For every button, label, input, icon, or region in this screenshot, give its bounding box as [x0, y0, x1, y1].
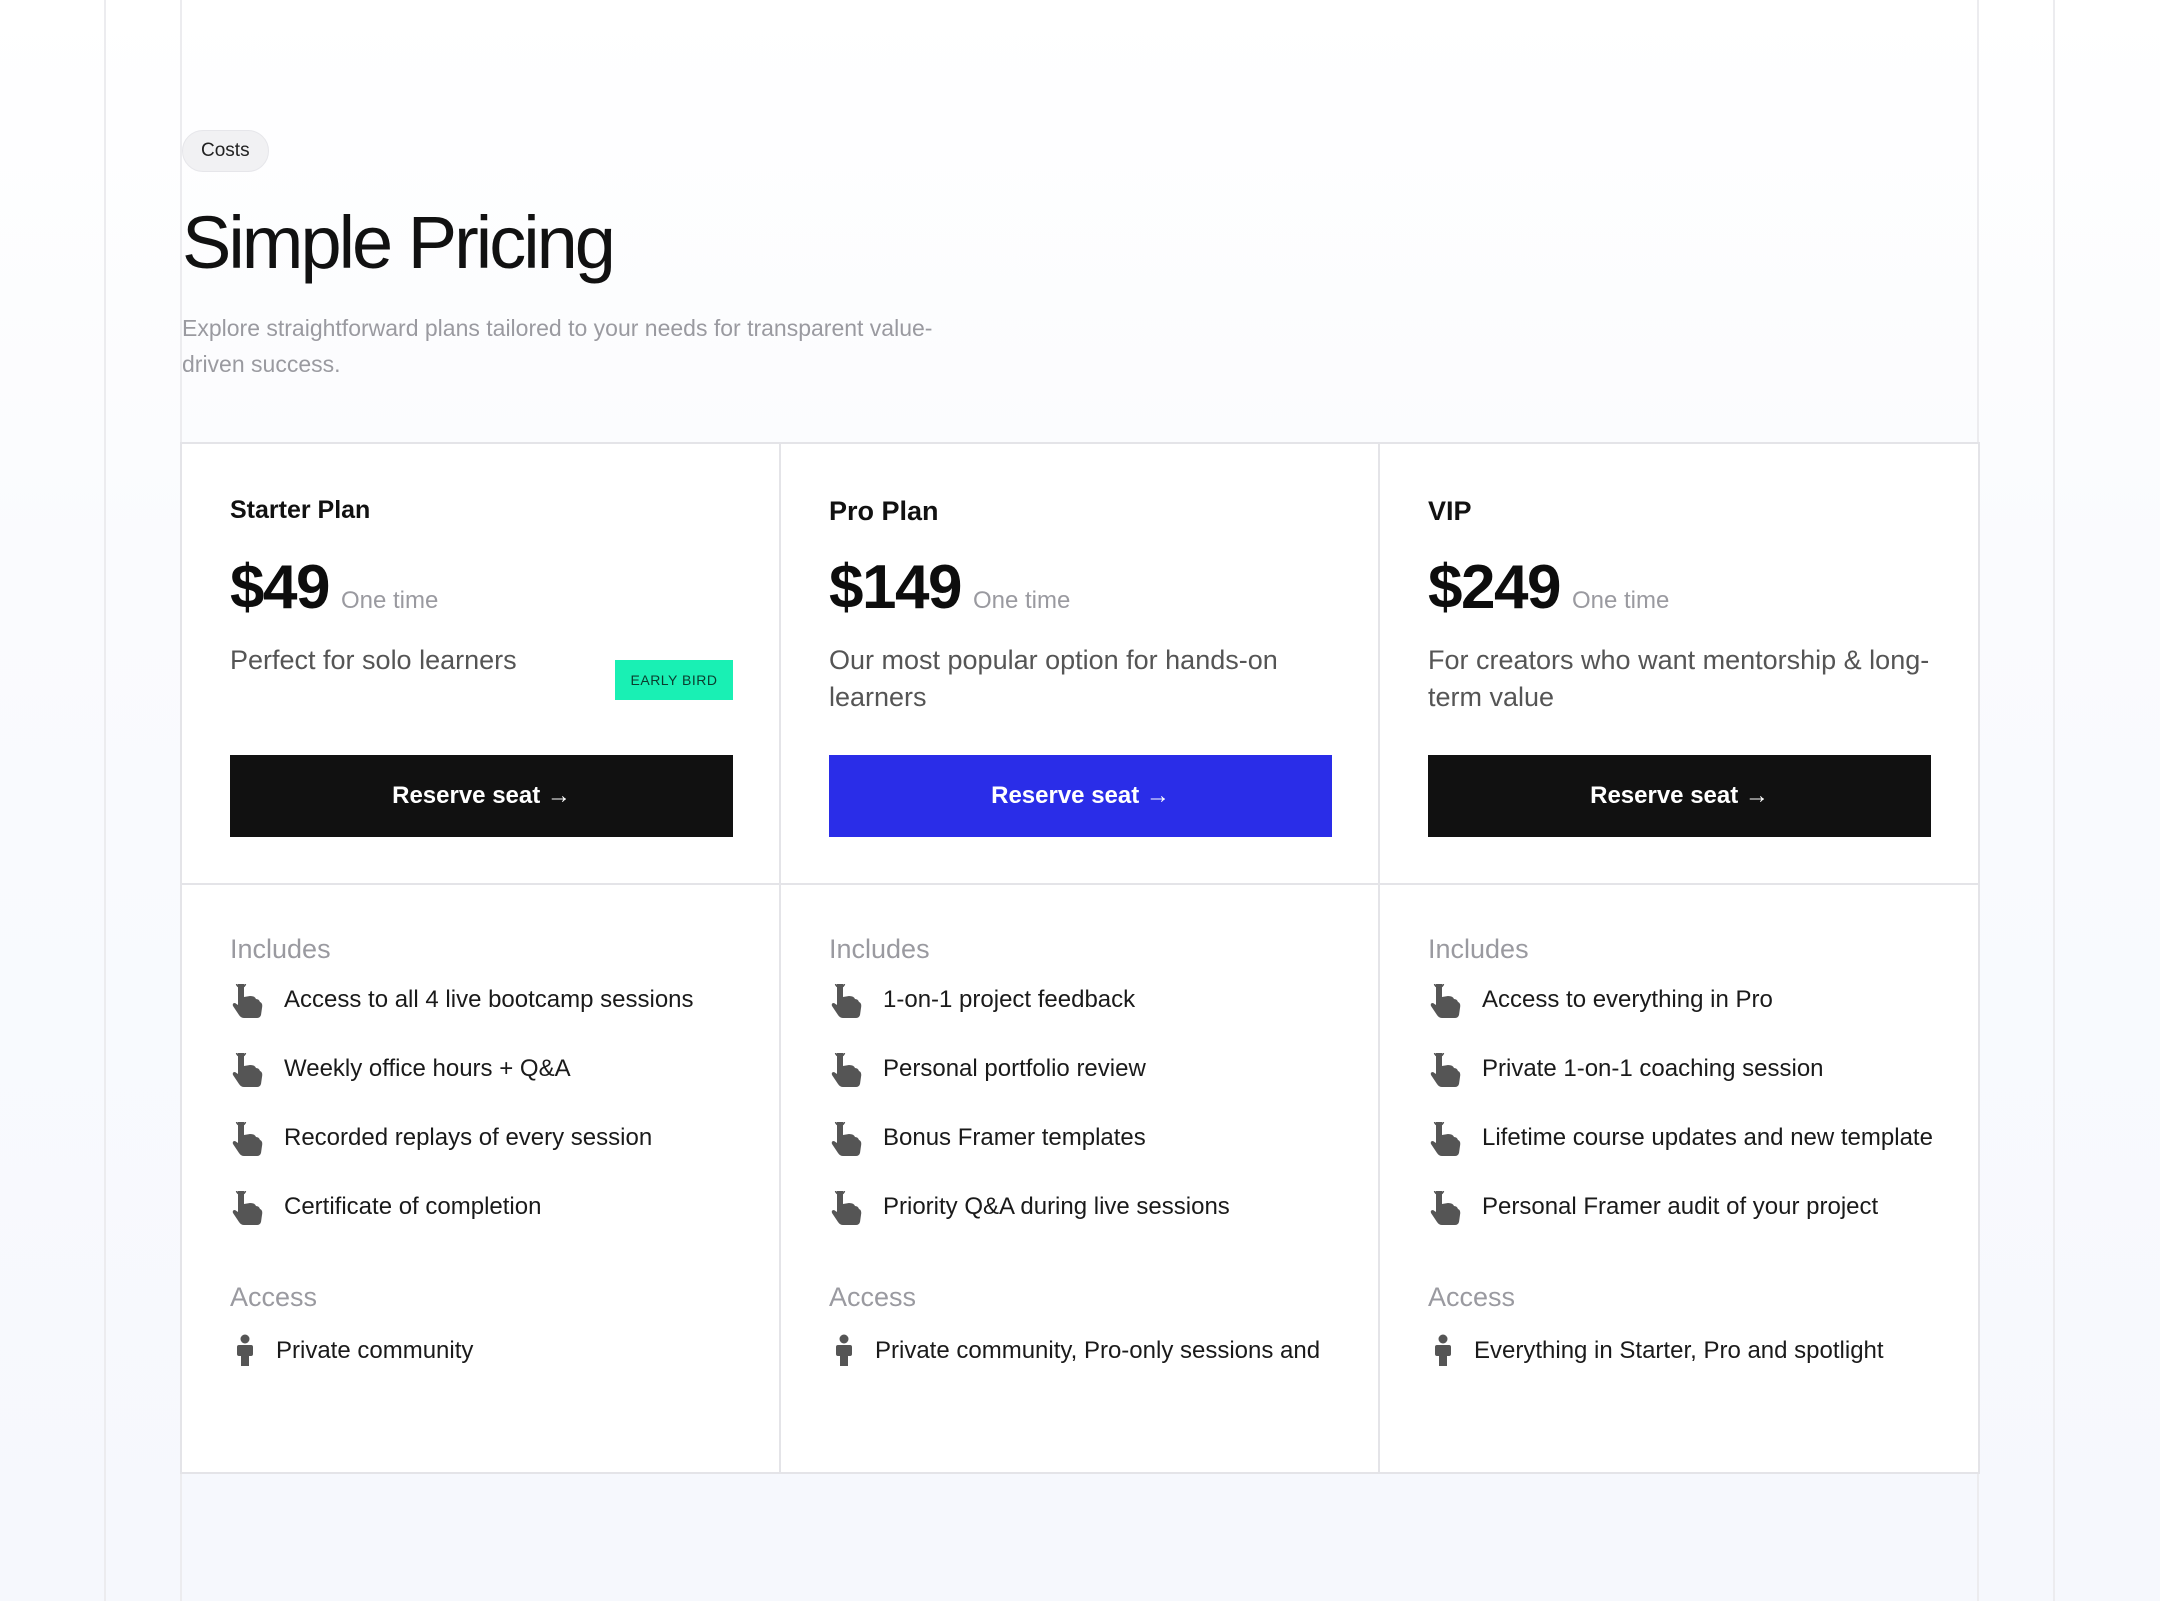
- plan-card-vip: VIP $249 One time For creators who want …: [1380, 444, 1979, 1472]
- page-subtitle: Explore straightforward plans tailored t…: [182, 315, 933, 377]
- access-text: Everything in Starter, Pro and spotlight: [1474, 1337, 1884, 1364]
- plan-description: Our most popular option for hands-on lea…: [829, 645, 1278, 712]
- pointing-hand-icon: [831, 1053, 862, 1087]
- layout-guide-line: [2053, 0, 2055, 1601]
- plan-period: One time: [972, 587, 1071, 614]
- plan-price: $49: [230, 553, 330, 622]
- includes-list: Access to everything in Pro Private 1-on…: [1428, 984, 1933, 1260]
- list-item: Personal portfolio review: [829, 1053, 1369, 1122]
- list-item: Priority Q&A during live sessions: [829, 1191, 1369, 1260]
- feature-text: Lifetime course updates and new template…: [1482, 1124, 1933, 1151]
- pointing-hand-icon: [831, 984, 862, 1018]
- plan-description: For creators who want mentorship & long-…: [1428, 645, 1930, 712]
- person-icon: [836, 1334, 852, 1366]
- access-label: Access: [829, 1282, 917, 1312]
- includes-label: Includes: [230, 934, 331, 964]
- feature-text: Bonus Framer templates: [883, 1124, 1146, 1151]
- plan-name: Starter Plan: [230, 496, 371, 524]
- pointing-hand-icon: [232, 1053, 263, 1087]
- access-label: Access: [230, 1282, 318, 1312]
- list-item: Lifetime course updates and new template…: [1428, 1122, 1933, 1191]
- includes-list: Access to all 4 live bootcamp sessions W…: [230, 984, 770, 1260]
- pointing-hand-icon: [1430, 1191, 1461, 1225]
- plan-card-pro: Pro Plan $149 One time Our most popular …: [781, 444, 1380, 1472]
- plan-price: $149: [829, 553, 962, 622]
- includes-label: Includes: [1428, 934, 1529, 964]
- layout-guide-line: [104, 0, 106, 1601]
- list-item: Bonus Framer templates: [829, 1122, 1369, 1191]
- list-item: Access to everything in Pro: [1428, 984, 1933, 1053]
- pointing-hand-icon: [232, 1122, 263, 1156]
- feature-text: Access to all 4 live bootcamp sessions: [284, 986, 694, 1013]
- page-title: Simple Pricing: [182, 201, 616, 284]
- feature-text: Private 1-on-1 coaching session: [1482, 1055, 1824, 1082]
- feature-text: Personal Framer audit of your project: [1482, 1193, 1879, 1220]
- access-item: Everything in Starter, Pro and spotlight: [1432, 1334, 1972, 1368]
- pointing-hand-icon: [1430, 1122, 1461, 1156]
- feature-text: Weekly office hours + Q&A: [284, 1055, 571, 1082]
- reserve-seat-button[interactable]: Reserve seat →: [1428, 755, 1931, 837]
- feature-text: Priority Q&A during live sessions: [883, 1193, 1230, 1220]
- price-row: $149 One time: [829, 552, 1070, 623]
- list-item: Certificate of completion: [230, 1191, 770, 1260]
- pointing-hand-icon: [232, 984, 263, 1018]
- pricing-grid: Starter Plan $49 One time Perfect for so…: [180, 442, 1980, 1474]
- person-icon: [1435, 1334, 1451, 1366]
- access-item: Private community, Pro-only sessions and: [833, 1334, 1373, 1368]
- includes-label: Includes: [829, 934, 930, 964]
- feature-text: 1-on-1 project feedback: [883, 986, 1136, 1013]
- plan-name: Pro Plan: [829, 496, 939, 526]
- plan-period: One time: [1571, 587, 1670, 614]
- plan-card-starter: Starter Plan $49 One time Perfect for so…: [182, 444, 781, 1472]
- includes-list: 1-on-1 project feedback Personal portfol…: [829, 984, 1369, 1260]
- access-item: Private community: [234, 1334, 774, 1368]
- feature-text: Recorded replays of every session: [284, 1124, 653, 1151]
- list-item: Private 1-on-1 coaching session: [1428, 1053, 1933, 1122]
- list-item: Weekly office hours + Q&A: [230, 1053, 770, 1122]
- pointing-hand-icon: [232, 1191, 263, 1225]
- early-bird-badge: EARLY BIRD: [615, 660, 733, 700]
- list-item: Access to all 4 live bootcamp sessions: [230, 984, 770, 1053]
- pointing-hand-icon: [831, 1191, 862, 1225]
- list-item: 1-on-1 project feedback: [829, 984, 1369, 1053]
- section-tag: Costs: [182, 130, 269, 172]
- price-row: $49 One time: [230, 552, 438, 623]
- pointing-hand-icon: [831, 1122, 862, 1156]
- price-row: $249 One time: [1428, 552, 1669, 623]
- feature-text: Access to everything in Pro: [1482, 986, 1773, 1013]
- list-item: Recorded replays of every session: [230, 1122, 770, 1191]
- pointing-hand-icon: [1430, 984, 1461, 1018]
- access-text: Private community: [276, 1337, 474, 1364]
- reserve-seat-button[interactable]: Reserve seat →: [829, 755, 1332, 837]
- plan-period: One time: [340, 587, 439, 614]
- reserve-seat-button[interactable]: Reserve seat →: [230, 755, 733, 837]
- feature-text: Personal portfolio review: [883, 1055, 1146, 1082]
- access-text: Private community, Pro-only sessions and: [875, 1337, 1321, 1364]
- person-icon: [237, 1334, 253, 1366]
- pointing-hand-icon: [1430, 1053, 1461, 1087]
- plan-price: $249: [1428, 553, 1561, 622]
- access-label: Access: [1428, 1282, 1516, 1312]
- pricing-header: Costs Simple Pricing Explore straightfor…: [182, 130, 1182, 382]
- list-item: Personal Framer audit of your project: [1428, 1191, 1933, 1260]
- feature-text: Certificate of completion: [284, 1193, 542, 1220]
- plan-name: VIP: [1428, 496, 1472, 526]
